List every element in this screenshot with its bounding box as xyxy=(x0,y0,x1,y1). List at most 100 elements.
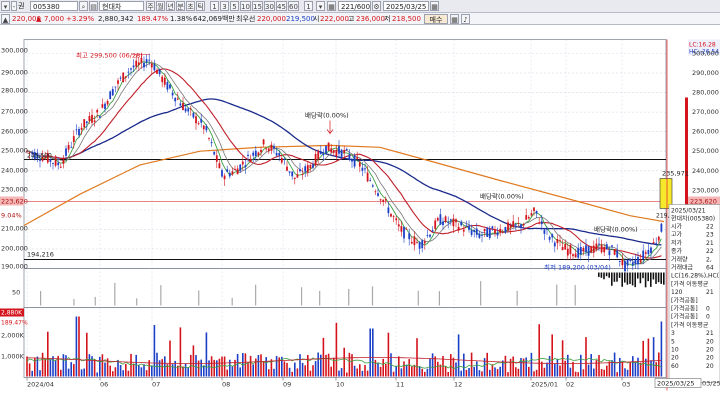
volume-bar xyxy=(252,364,254,377)
candle-body xyxy=(148,59,151,61)
code-label: 권 xyxy=(18,2,25,10)
candle-body xyxy=(566,248,569,256)
highlight-box[interactable] xyxy=(659,178,673,209)
volume-bar xyxy=(512,356,514,377)
volume-bar xyxy=(208,360,210,377)
info-row-label: 120 xyxy=(671,289,683,296)
indicator-bar xyxy=(231,297,233,306)
tab-period-tick[interactable]: 틱 xyxy=(196,1,205,11)
candle-body xyxy=(65,148,67,156)
page-indicator[interactable]: 221/600 xyxy=(338,1,371,11)
tab-period-second[interactable]: 초 xyxy=(186,1,195,11)
candle-body xyxy=(530,213,533,216)
stock-chart[interactable]: 최고 299,500 (06/28) 배당락(0.00%) 배당락(0.00%)… xyxy=(0,25,720,404)
volume-bar xyxy=(460,370,462,377)
date-field[interactable]: 2025/03/25 xyxy=(383,1,429,11)
candle-body xyxy=(585,245,587,252)
tab-minute-1[interactable]: 1 xyxy=(210,1,219,11)
tab-period-month[interactable]: 월 xyxy=(156,1,165,11)
candle-body xyxy=(132,65,135,68)
candle-body xyxy=(314,153,317,166)
info-row-label: 3 xyxy=(671,330,675,337)
indicator-bar xyxy=(621,272,623,287)
tab-period-minute[interactable]: 분 xyxy=(176,1,185,11)
indicator-bar xyxy=(634,272,636,288)
tab-minute-60[interactable]: 60 xyxy=(288,1,299,11)
volume-bar xyxy=(335,322,338,377)
stock-code-input[interactable]: 005380 xyxy=(30,1,78,11)
volume-bar xyxy=(504,355,507,377)
right-axis-label: 280,000 xyxy=(692,89,719,97)
calendar-icon[interactable]: ▦ xyxy=(430,1,439,11)
candle-body xyxy=(540,221,543,225)
dropdown-arrow-icon[interactable]: ▾ xyxy=(1,1,10,11)
tab-minute-30[interactable]: 30 xyxy=(264,1,275,11)
volume-bar xyxy=(364,365,366,377)
tab-minute-10[interactable]: 10 xyxy=(240,1,251,11)
candle-body xyxy=(327,142,330,151)
candle-body xyxy=(98,116,101,118)
indicator-bar xyxy=(40,291,42,306)
right-axis-label: 250,000 xyxy=(692,147,719,155)
bell-icon[interactable]: ♪ xyxy=(461,14,470,24)
minus-icon[interactable]: - xyxy=(11,1,17,11)
buy-button[interactable]: 매수 xyxy=(424,14,448,24)
candle-body xyxy=(80,127,83,130)
tab-minute-5[interactable]: 5 xyxy=(230,1,239,11)
info-row-label: 종가 xyxy=(671,247,683,255)
tab-period-year[interactable]: 년 xyxy=(166,1,175,11)
candle-body xyxy=(304,166,307,172)
volume-bar xyxy=(340,368,343,377)
volume-bar xyxy=(374,359,377,377)
grid-icon[interactable]: ▦ xyxy=(450,14,459,24)
candle-body xyxy=(145,59,148,63)
candle-body xyxy=(644,252,647,254)
volume-bar xyxy=(231,366,234,377)
indicator-bar xyxy=(616,272,618,282)
chevron-down-icon[interactable]: ▾ xyxy=(316,1,325,11)
candle-body xyxy=(642,250,645,259)
volume-bar xyxy=(486,352,488,377)
candle-body xyxy=(478,233,481,238)
volume-bar xyxy=(52,356,54,377)
stock-name-field[interactable]: 현대차 xyxy=(99,1,144,11)
candle-body xyxy=(91,114,93,123)
volume-bar xyxy=(491,364,494,377)
candle-body xyxy=(59,166,62,168)
volume-bar xyxy=(577,372,579,377)
volume-bar xyxy=(86,332,88,377)
volume-bar xyxy=(153,325,156,377)
volume-bar xyxy=(600,369,603,377)
tab-minute-45[interactable]: 45 xyxy=(276,1,287,11)
candle-body xyxy=(241,161,244,165)
tab-minute-15[interactable]: 15 xyxy=(252,1,263,11)
arrow-up-icon[interactable]: ▲ xyxy=(1,14,10,24)
candle-body xyxy=(439,214,442,225)
left-axis-label: 240,000 xyxy=(1,167,28,175)
candle-body xyxy=(104,103,106,109)
bookmark-icon[interactable]: ▤ xyxy=(89,1,98,11)
volume-bar xyxy=(78,316,80,377)
volume-bar xyxy=(582,369,585,377)
candle-body xyxy=(179,103,182,106)
tab-minute-3[interactable]: 3 xyxy=(220,1,229,11)
volume-bar xyxy=(218,358,221,377)
candle-body xyxy=(270,144,273,151)
settings-icon[interactable]: ⚙ xyxy=(372,1,381,11)
search-icon[interactable]: ⌕ xyxy=(79,1,88,11)
volume-bar xyxy=(418,366,421,377)
volume-bar xyxy=(145,370,148,377)
volume-bar xyxy=(348,352,351,377)
candle-body xyxy=(494,229,496,234)
tab-minute-1-alt[interactable]: 1 xyxy=(304,1,313,11)
volume-bar xyxy=(624,368,626,377)
tab-period-week[interactable]: 주 xyxy=(146,1,155,11)
candle-body xyxy=(447,221,450,224)
chart-icon[interactable]: ▦ xyxy=(327,1,336,11)
indicator-bar xyxy=(608,272,610,278)
volume-bar xyxy=(93,359,96,377)
volume-bar xyxy=(535,369,538,377)
volume-bar xyxy=(203,365,205,377)
candle-body xyxy=(434,220,437,229)
best-ask-label: 최우선 xyxy=(236,15,256,23)
